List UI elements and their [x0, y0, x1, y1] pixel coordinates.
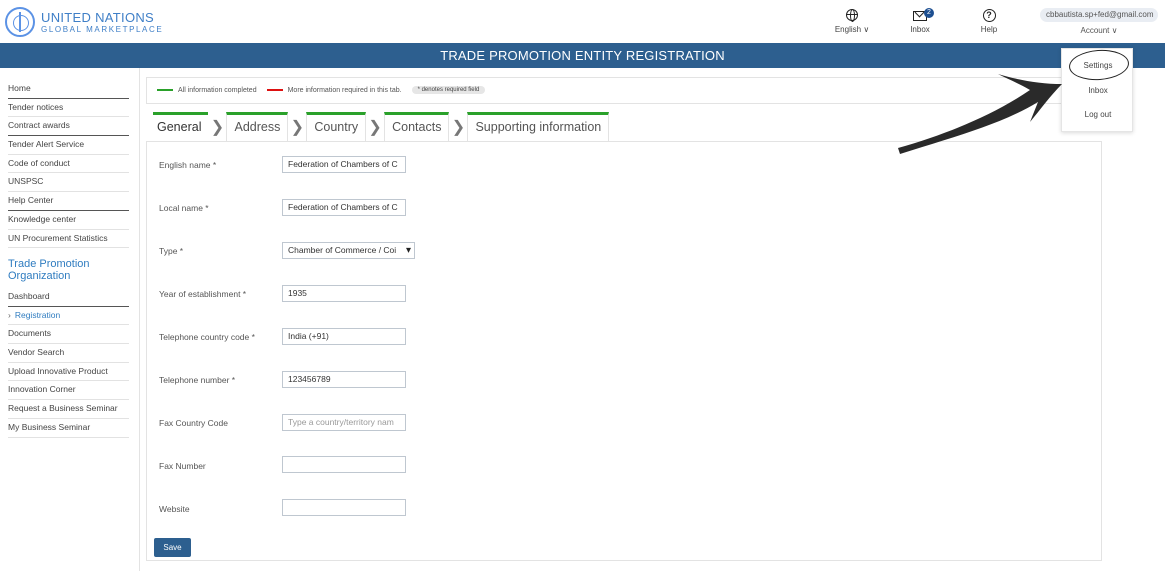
sidebar-item-my-seminar[interactable]: My Business Seminar: [8, 419, 129, 438]
inbox-link[interactable]: 2 Inbox: [905, 8, 935, 34]
website-label: Website: [159, 504, 190, 514]
sidebar-item-documents[interactable]: Documents: [8, 325, 129, 345]
tel-number-field[interactable]: 123456789: [282, 371, 406, 388]
account-email: cbbautista.sp+fed@gmail.com: [1040, 8, 1158, 22]
sidebar-section-title: Trade Promotion Organization: [8, 258, 90, 282]
chevron-right-icon: ❯: [451, 119, 466, 136]
un-logo[interactable]: UNITED NATIONS GLOBAL MARKETPLACE: [5, 7, 163, 37]
tel-code-field[interactable]: India (+91): [282, 328, 406, 345]
sidebar-item-tender-alert[interactable]: Tender Alert Service: [8, 136, 129, 155]
save-button[interactable]: Save: [154, 538, 191, 557]
year-label: Year of establishment *: [159, 289, 247, 299]
help-link[interactable]: ? Help: [975, 8, 1003, 34]
general-form: English name * Federation of Chambers of…: [146, 141, 1102, 561]
legend-more-required: More information required in this tab.: [287, 86, 402, 94]
fax-code-field[interactable]: Type a country/territory nam: [282, 414, 406, 431]
fax-number-field[interactable]: [282, 456, 406, 473]
account-label: Account: [1080, 26, 1110, 35]
language-selector[interactable]: English ∨: [832, 8, 872, 34]
account-menu[interactable]: cbbautista.sp+fed@gmail.com Account ∨: [1040, 8, 1158, 35]
help-label: Help: [980, 25, 998, 34]
english-name-field[interactable]: Federation of Chambers of C: [282, 156, 406, 173]
tab-supporting-information[interactable]: Supporting information: [467, 112, 610, 141]
local-name-label: Local name *: [159, 203, 209, 213]
chevron-down-icon: ∨: [1111, 26, 1118, 35]
sidebar-item-request-seminar[interactable]: Request a Business Seminar: [8, 400, 129, 419]
sidebar-item-label: Registration: [14, 309, 61, 320]
registration-tabs: General ❯ Address ❯ Country ❯ Contacts ❯…: [153, 112, 610, 141]
sidebar-item-help-center[interactable]: Help Center: [8, 192, 129, 211]
legend-complete: All information completed: [178, 86, 257, 94]
chevron-right-icon: ❯: [290, 119, 305, 136]
sidebar-item-upload-product[interactable]: Upload Innovative Product: [8, 363, 129, 382]
inbox-label: Inbox: [910, 25, 930, 34]
english-name-label: English name *: [159, 160, 217, 170]
tel-number-label: Telephone number *: [159, 375, 236, 385]
sidebar-item-tender-notices[interactable]: Tender notices: [8, 99, 129, 118]
language-label: English: [834, 25, 862, 34]
inbox-count-badge: 2: [924, 8, 934, 18]
tab-general[interactable]: General: [153, 112, 209, 141]
sidebar-item-procurement-stats[interactable]: UN Procurement Statistics: [8, 230, 129, 249]
logo-title: UNITED NATIONS: [41, 9, 155, 25]
help-icon: ?: [982, 9, 996, 22]
annotation-arrow-icon: [898, 74, 1062, 154]
menu-item-logout[interactable]: Log out: [1062, 110, 1134, 119]
tab-country[interactable]: Country: [306, 112, 367, 141]
sidebar-item-vendor-search[interactable]: Vendor Search: [8, 344, 129, 363]
tab-address[interactable]: Address: [226, 112, 289, 141]
required-note-badge: * denotes required field: [411, 86, 486, 94]
sidebar-item-registration[interactable]: › Registration: [8, 307, 129, 326]
chevron-right-icon: ❯: [368, 119, 382, 136]
chevron-right-icon: ❯: [210, 119, 225, 136]
tel-code-label: Telephone country code *: [159, 332, 255, 342]
chevron-right-icon: ›: [8, 309, 11, 320]
menu-item-inbox[interactable]: Inbox: [1062, 86, 1134, 95]
fax-code-label: Fax Country Code: [159, 418, 228, 428]
complete-line-icon: [157, 89, 173, 91]
top-bar: UNITED NATIONS GLOBAL MARKETPLACE Englis…: [0, 0, 1165, 43]
sidebar-item-knowledge-center[interactable]: Knowledge center: [8, 211, 129, 230]
chevron-down-icon: ∨: [863, 25, 870, 34]
sidebar-item-contract-awards[interactable]: Contract awards: [8, 117, 129, 137]
sidebar-item-code-of-conduct[interactable]: Code of conduct: [8, 155, 129, 174]
local-name-field[interactable]: Federation of Chambers of C: [282, 199, 406, 216]
sidebar-item-home[interactable]: Home: [8, 80, 129, 99]
logo-subtitle: GLOBAL MARKETPLACE: [41, 24, 164, 34]
page-title-banner: TRADE PROMOTION ENTITY REGISTRATION: [0, 43, 1165, 68]
type-label: Type *: [159, 246, 184, 256]
year-field[interactable]: 1935: [282, 285, 406, 302]
type-select-value: Chamber of Commerce / Coi: [288, 245, 397, 255]
globe-icon: [846, 9, 858, 22]
type-select[interactable]: Chamber of Commerce / Coi: [282, 242, 415, 259]
un-emblem-icon: [5, 7, 35, 37]
sidebar: Home Tender notices Contract awards Tend…: [0, 68, 140, 571]
tab-contacts[interactable]: Contacts: [384, 112, 450, 141]
fax-number-label: Fax Number: [159, 461, 206, 471]
website-field[interactable]: [282, 499, 406, 516]
incomplete-line-icon: [266, 89, 283, 91]
sidebar-item-innovation-corner[interactable]: Innovation Corner: [8, 381, 129, 401]
sidebar-item-dashboard[interactable]: Dashboard: [8, 288, 129, 307]
sidebar-item-unspsc[interactable]: UNSPSC: [8, 173, 129, 193]
